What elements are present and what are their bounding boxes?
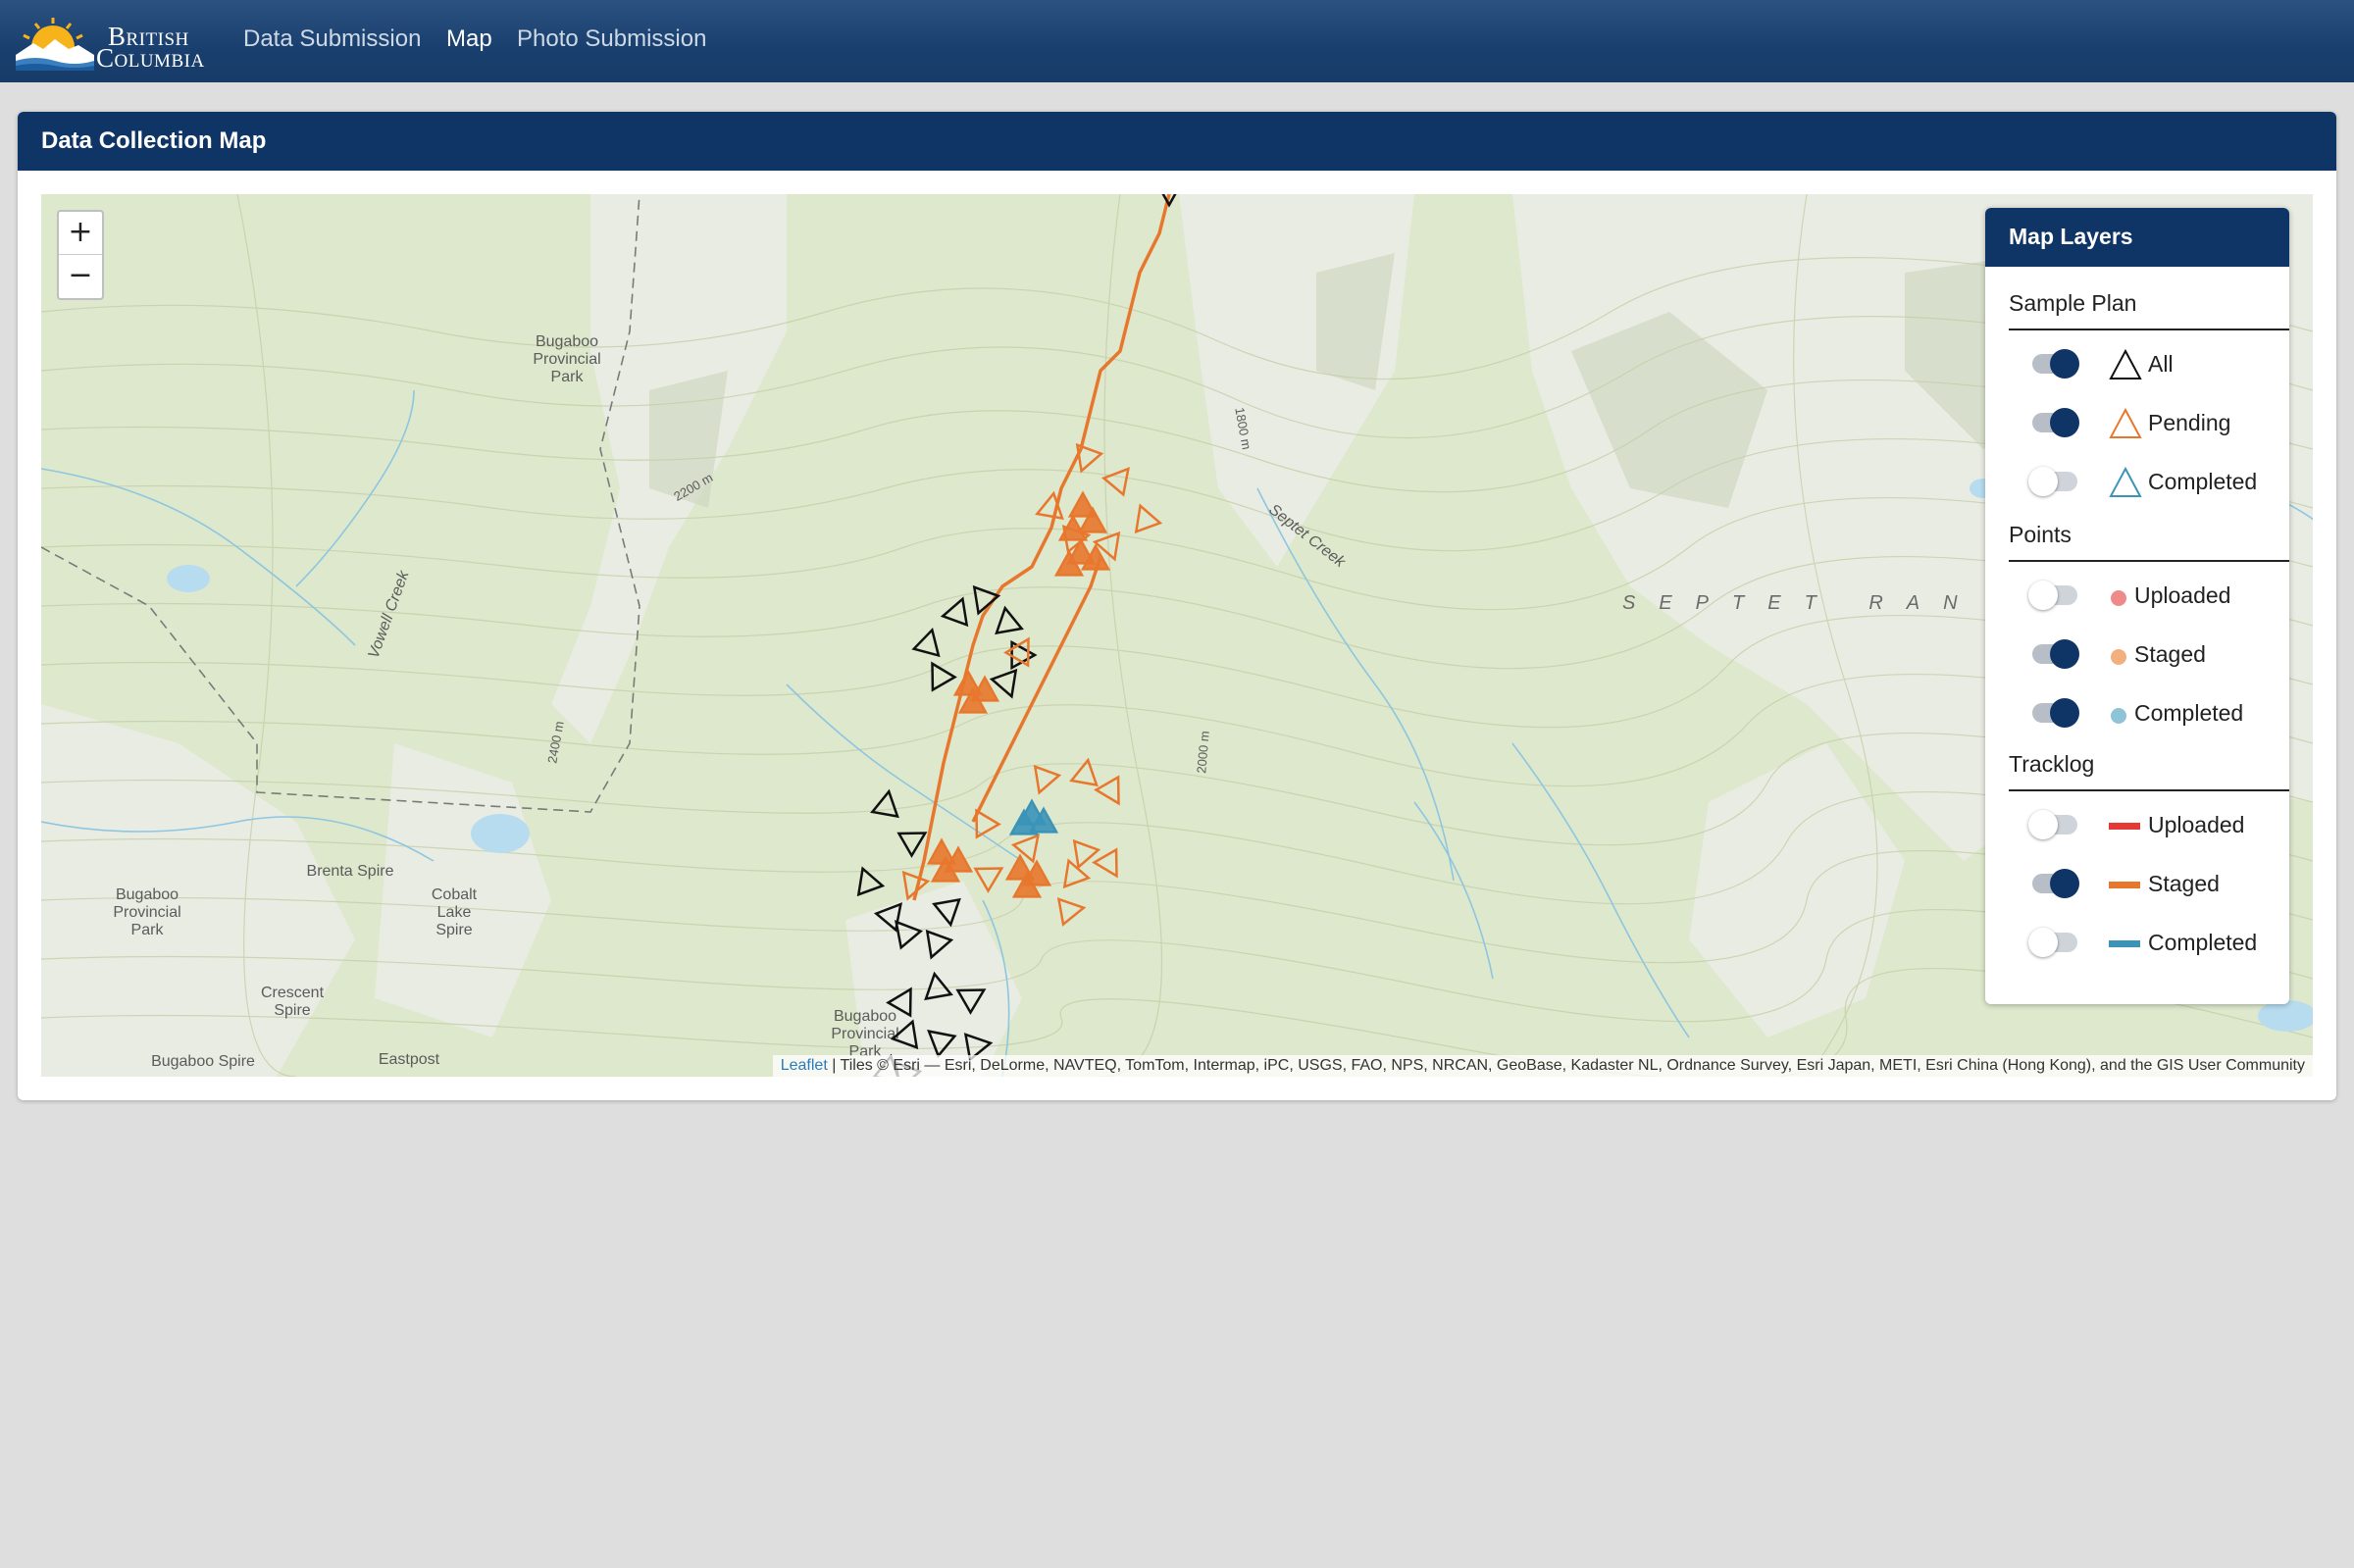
nav-data-submission[interactable]: Data Submission [243,25,421,53]
toggle-knob [2050,698,2079,728]
sample-plan-all-marker[interactable] [886,983,922,1018]
layer-row-label: Staged [2148,871,2220,896]
top-navbar: British Columbia Data Submission Map Pho… [0,0,2354,82]
toggle-knob [2028,928,2058,957]
section-sample-plan: Sample Plan [2009,290,2289,330]
sample-plan-all-marker[interactable] [919,929,954,962]
map-canvas[interactable]: Bugaboo Provincial Park Bugaboo Provinci… [41,194,2313,1077]
sample-plan-all-marker[interactable] [989,668,1023,701]
sample-plan-all-marker[interactable] [850,864,886,897]
attribution-text: | Tiles © Esri — Esri, DeLorme, NAVTEQ, … [827,1057,2305,1074]
bc-logo-icon [16,18,94,71]
toggle-knob [2028,810,2058,839]
layer-toggle-switch[interactable] [2032,639,2079,669]
layer-row-label: Pending [2148,410,2231,435]
toggle-knob [2050,869,2079,898]
sample-plan-pending-marker[interactable] [1056,895,1087,927]
line-swatch-icon [2109,940,2140,947]
toggle-knob [2028,581,2058,610]
sample-plan-pending-marker[interactable] [1035,490,1066,521]
map-layers-panel: Map Layers Sample Plan Points Tracklog A… [1985,208,2289,1004]
section-points: Points [2009,522,2289,562]
triangle-icon [2109,467,2142,497]
layer-toggle-switch[interactable] [2032,408,2079,437]
sample-plan-pending-marker[interactable] [1092,847,1128,882]
layer-row-tracklog-completed[interactable]: Completed [2028,924,2287,963]
sample-plan-pending-marker[interactable] [1027,764,1062,797]
sample-plan-pending-marker[interactable] [896,870,931,903]
sample-plan-pending-marker[interactable] [1069,442,1104,476]
sample-plan-pending-marker[interactable] [1100,461,1138,497]
layer-row-sample-plan-completed[interactable]: Completed [2028,463,2287,502]
sample-plan-all-marker[interactable] [921,1022,957,1059]
sample-plan-pending-marker[interactable] [965,804,1001,839]
layers-panel-title: Map Layers [1985,208,2289,267]
dot-icon [2111,649,2126,665]
sample-plan-pending-marker[interactable] [1094,775,1130,809]
map-markers-layer[interactable] [41,194,2313,1077]
sample-plan-all-marker[interactable] [870,788,901,819]
sample-plan-all-marker[interactable] [896,822,931,858]
sample-plan-pending-marker[interactable] [973,857,1007,893]
logo-text-columbia: Columbia [96,43,205,73]
sample-plan-all-marker[interactable] [940,594,974,628]
section-tracklog: Tracklog [2009,751,2289,791]
dot-icon [2111,708,2126,724]
sample-plan-all-marker[interactable] [1156,194,1182,208]
nav-map[interactable]: Map [446,25,492,53]
sample-plan-all-marker[interactable] [955,979,990,1015]
leaflet-link[interactable]: Leaflet [781,1057,828,1074]
sample-plan-all-marker[interactable] [911,627,945,658]
layer-row-points-completed[interactable]: Completed [2032,694,2287,733]
layer-toggle-switch[interactable] [2028,928,2077,957]
layer-toggle-switch[interactable] [2032,869,2079,898]
toggle-knob [2050,349,2079,379]
sample-plan-all-marker[interactable] [887,914,924,950]
layer-row-label: Completed [2148,469,2258,494]
layer-row-label: All [2148,351,2174,377]
card-title: Data Collection Map [18,112,2336,171]
layer-row-tracklog-uploaded[interactable]: Uploaded [2028,806,2287,845]
layer-row-sample-plan-all[interactable]: All [2032,345,2287,384]
zoom-out-button[interactable]: − [59,255,102,298]
sample-plan-pending-marker[interactable] [1128,501,1163,534]
layer-toggle-switch[interactable] [2028,581,2077,610]
layer-row-label: Completed [2148,930,2258,955]
sample-plan-all-marker[interactable] [966,584,1001,618]
layer-toggle-switch[interactable] [2028,467,2077,496]
sample-plan-pending-marker[interactable] [1069,757,1100,787]
bc-logo[interactable]: British Columbia [16,14,212,73]
layer-row-label: Uploaded [2134,582,2231,608]
sample-plan-all-marker[interactable] [921,657,957,692]
layer-toggle-switch[interactable] [2032,698,2079,728]
zoom-control: + − [57,210,104,300]
sample-plan-all-marker[interactable] [932,897,963,928]
layer-row-tracklog-staged[interactable]: Staged [2032,865,2287,904]
sample-plan-pending-marker[interactable] [1066,838,1101,872]
zoom-in-button[interactable]: + [59,212,102,255]
line-swatch-icon [2109,882,2140,888]
triangle-icon [2109,408,2142,438]
layer-row-label: Staged [2134,641,2206,667]
toggle-knob [2050,408,2079,437]
layer-toggle-switch[interactable] [2028,810,2077,839]
sample-plan-all-marker[interactable] [922,971,953,1001]
line-swatch-icon [2109,823,2140,830]
map-attribution: Leaflet | Tiles © Esri — Esri, DeLorme, … [772,1055,2313,1077]
layer-row-label: Uploaded [2148,812,2245,837]
nav-photo-submission[interactable]: Photo Submission [517,25,706,53]
dot-icon [2111,590,2126,606]
layer-row-sample-plan-pending[interactable]: Pending [2032,404,2287,443]
layer-row-points-uploaded[interactable]: Uploaded [2028,577,2287,616]
triangle-icon [2109,349,2142,379]
toggle-knob [2050,639,2079,669]
layer-row-label: Completed [2134,700,2244,726]
toggle-knob [2028,467,2058,496]
sample-plan-all-marker[interactable] [890,1017,924,1050]
map-card: Data Collection Map Bugaboo Provincial P… [18,112,2336,1100]
sample-plan-all-marker[interactable] [993,605,1024,635]
layer-row-points-staged[interactable]: Staged [2032,635,2287,675]
layer-toggle-switch[interactable] [2032,349,2079,379]
